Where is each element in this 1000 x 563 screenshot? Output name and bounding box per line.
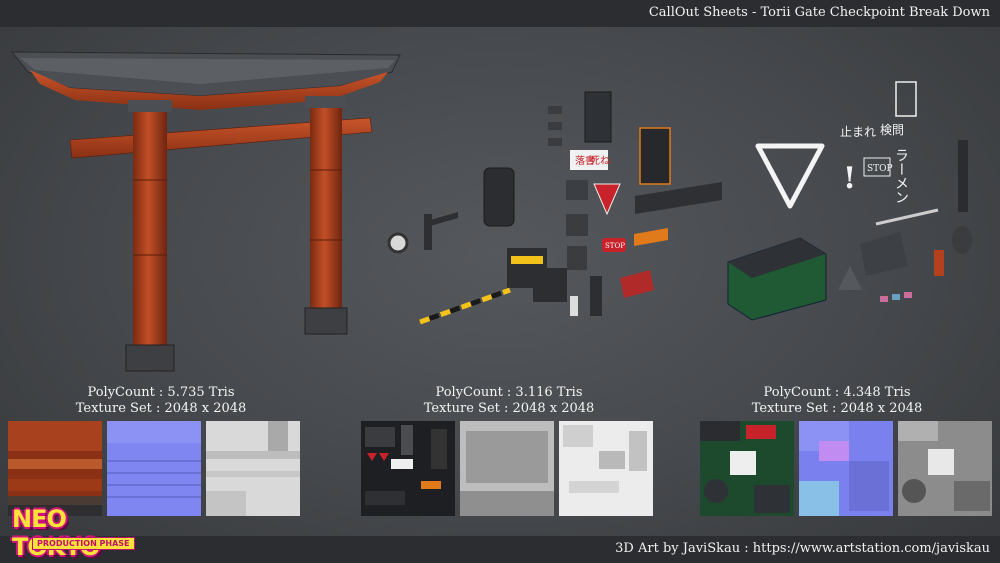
- checkpoint-stats: PolyCount : 3.116 Tris Texture Set : 204…: [404, 385, 614, 417]
- checkpoint-props-model: 落書 死ね STOP: [387, 91, 722, 325]
- texture-albedo-torii: [8, 421, 102, 516]
- ramen-sign-text: ラーメン: [893, 148, 909, 204]
- texture-roughness-street: [898, 421, 992, 516]
- logo-title: NEO TOKYO: [12, 505, 100, 561]
- warning-sign-text2: 死ね: [590, 155, 610, 167]
- street-props-stats: PolyCount : 4.348 Tris Texture Set : 204…: [732, 385, 942, 417]
- street-props-model: 止まれ 検問 ラーメン ! STOP: [727, 81, 972, 321]
- stop-sign-text: STOP: [867, 164, 893, 174]
- texture-set-label: Texture Set : 2048 x 2048: [75, 401, 247, 416]
- stop-sign-small-text: STOP: [605, 242, 625, 250]
- texture-normal-torii: [107, 421, 201, 516]
- kenmon-sign-text: 検問: [880, 123, 904, 137]
- exclaim-sign-text: !: [843, 161, 856, 196]
- texture-roughness-torii: [206, 421, 300, 516]
- texture-normal-street: [799, 421, 893, 516]
- polycount-label: PolyCount : 5.735 Tris: [87, 385, 235, 400]
- texture-set-label: Texture Set : 2048 x 2048: [751, 401, 923, 416]
- texture-set-label: Texture Set : 2048 x 2048: [423, 401, 595, 416]
- polycount-label: PolyCount : 3.116 Tris: [435, 385, 583, 400]
- torii-gate-model: [10, 51, 401, 372]
- texture-albedo-checkpoint: [361, 421, 455, 516]
- texture-normal-checkpoint: [460, 421, 554, 516]
- polycount-label: PolyCount : 4.348 Tris: [763, 385, 911, 400]
- neo-tokyo-logo: NEO TOKYO PRODUCTION PHASE: [8, 505, 138, 561]
- torii-stats: PolyCount : 5.735 Tris Texture Set : 204…: [56, 385, 266, 417]
- texture-albedo-street: [700, 421, 794, 516]
- texture-roughness-checkpoint: [559, 421, 653, 516]
- tomare-sign-text: 止まれ: [840, 125, 876, 139]
- logo-subtitle: PRODUCTION PHASE: [32, 537, 135, 550]
